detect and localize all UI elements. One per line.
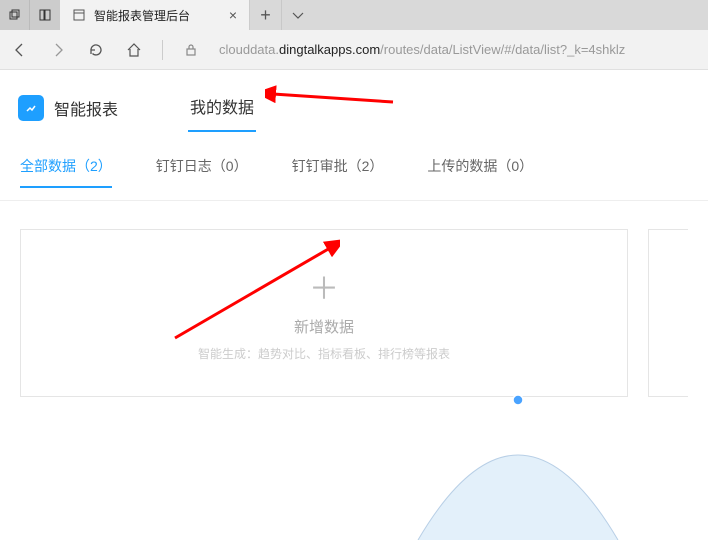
plus-icon: ＋ (309, 264, 339, 308)
url-path: /routes/data/ListView/#/data/list?_k=4sh… (380, 42, 625, 57)
app-logo (18, 95, 44, 121)
subtab-uploaded[interactable]: 上传的数据（0） (427, 156, 533, 188)
browser-tab[interactable]: 智能报表管理后台 × (60, 0, 250, 30)
tab-my-data[interactable]: 我的数据 (188, 84, 256, 132)
close-icon[interactable]: × (229, 7, 237, 23)
subtab-all[interactable]: 全部数据（2） (20, 156, 112, 188)
url-host: dingtalkapps.com (279, 42, 380, 57)
separator (162, 40, 163, 60)
tab-title: 智能报表管理后台 (94, 7, 221, 24)
subtab-approval[interactable]: 钉钉审批（2） (292, 156, 384, 188)
add-card-title: 新增数据 (294, 316, 354, 337)
forward-button[interactable] (48, 40, 68, 60)
titlebar: 智能报表管理后台 × + (0, 0, 708, 30)
decorative-curve (388, 340, 648, 540)
subtabs: 全部数据（2） 钉钉日志（0） 钉钉审批（2） 上传的数据（0） (0, 132, 708, 201)
window-preview-button[interactable] (30, 0, 60, 30)
window-tabs-button[interactable] (0, 0, 30, 30)
app-title: 智能报表 (54, 96, 118, 120)
subtab-dinglog[interactable]: 钉钉日志（0） (156, 156, 248, 188)
url-display[interactable]: clouddata.dingtalkapps.com/routes/data/L… (219, 42, 625, 57)
back-button[interactable] (10, 40, 30, 60)
page-icon (72, 8, 86, 22)
app-header: 智能报表 我的数据 (0, 70, 708, 132)
refresh-button[interactable] (86, 40, 106, 60)
lock-icon[interactable] (181, 40, 201, 60)
home-button[interactable] (124, 40, 144, 60)
next-card-peek[interactable] (648, 229, 688, 397)
tab-actions-button[interactable] (282, 0, 314, 30)
url-prefix: clouddata. (219, 42, 279, 57)
address-bar: clouddata.dingtalkapps.com/routes/data/L… (0, 30, 708, 70)
new-tab-button[interactable]: + (250, 0, 282, 30)
